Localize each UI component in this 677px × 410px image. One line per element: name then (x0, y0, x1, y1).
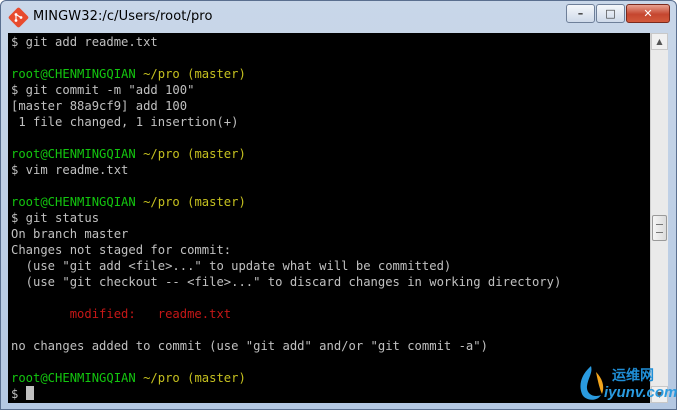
scroll-up-icon[interactable]: ▲ (651, 33, 668, 50)
terminal-line: $ (11, 386, 650, 402)
terminal-line: root@CHENMINGQIAN ~/pro (master) (11, 66, 650, 82)
terminal-text: $ vim readme.txt (11, 163, 129, 177)
terminal-output[interactable]: $ git add readme.txt root@CHENMINGQIAN ~/… (8, 33, 650, 403)
minimize-button[interactable]: – (566, 4, 595, 23)
terminal-line: 1 file changed, 1 insertion(+) (11, 114, 650, 130)
terminal-window: MINGW32:/c/Users/root/pro – □ ✕ $ git ad… (0, 0, 677, 410)
title-bar[interactable]: MINGW32:/c/Users/root/pro – □ ✕ (1, 1, 676, 33)
terminal-line: $ vim readme.txt (11, 162, 650, 178)
text-cursor (25, 386, 34, 400)
terminal-text: (use "git add <file>..." to update what … (11, 259, 452, 273)
terminal-line: [master 88a9cf9] add 100 (11, 98, 650, 114)
terminal-text: ~/pro (master) (143, 195, 246, 209)
terminal-text: $ git add readme.txt (11, 35, 158, 49)
terminal-line: no changes added to commit (use "git add… (11, 338, 650, 354)
terminal-text: $ git status (11, 211, 100, 225)
terminal-line: root@CHENMINGQIAN ~/pro (master) (11, 194, 650, 210)
watermark-domain: iyunv.com (604, 384, 677, 401)
terminal-text: 1 file changed, 1 insertion(+) (11, 115, 239, 129)
terminal-text: no changes added to commit (use "git add… (11, 339, 488, 353)
terminal-text: $ git commit -m "add 100" (11, 83, 195, 97)
terminal-line: On branch master (11, 226, 650, 242)
terminal-line: Changes not staged for commit: (11, 242, 650, 258)
watermark-name: 运维网 (612, 368, 654, 384)
terminal-text: $ (11, 387, 26, 401)
terminal-text: root@CHENMINGQIAN (11, 371, 144, 385)
terminal-text: [master 88a9cf9] add 100 (11, 99, 188, 113)
terminal-text: On branch master (11, 227, 129, 241)
terminal-line: $ git add readme.txt (11, 34, 650, 50)
terminal-line: root@CHENMINGQIAN ~/pro (master) (11, 370, 650, 386)
terminal-text: root@CHENMINGQIAN (11, 67, 144, 81)
terminal-text: modified: readme.txt (11, 307, 232, 321)
terminal-text: root@CHENMINGQIAN (11, 195, 144, 209)
terminal-text: ~/pro (master) (143, 67, 246, 81)
scrollbar-thumb[interactable] (652, 215, 667, 241)
terminal-text: root@CHENMINGQIAN (11, 147, 144, 161)
terminal-line: $ git status (11, 210, 650, 226)
terminal-line: $ git commit -m "add 100" (11, 82, 650, 98)
vertical-scrollbar[interactable]: ▲ ▼ (650, 33, 668, 403)
maximize-button[interactable]: □ (596, 4, 625, 23)
terminal-text: (use "git checkout -- <file>..." to disc… (11, 275, 562, 289)
terminal-text: Changes not staged for commit: (11, 243, 232, 257)
window-title: MINGW32:/c/Users/root/pro (33, 9, 213, 24)
window-controls: – □ ✕ (566, 4, 670, 23)
watermark: 运维网 iyunv.com (570, 362, 677, 408)
terminal-line: modified: readme.txt (11, 306, 650, 322)
terminal-text: ~/pro (master) (143, 371, 246, 385)
git-icon[interactable] (7, 6, 30, 29)
terminal-line: root@CHENMINGQIAN ~/pro (master) (11, 146, 650, 162)
close-button[interactable]: ✕ (626, 4, 670, 23)
terminal-line: (use "git checkout -- <file>..." to disc… (11, 274, 650, 290)
terminal-line: (use "git add <file>..." to update what … (11, 258, 650, 274)
terminal-text: ~/pro (master) (143, 147, 246, 161)
